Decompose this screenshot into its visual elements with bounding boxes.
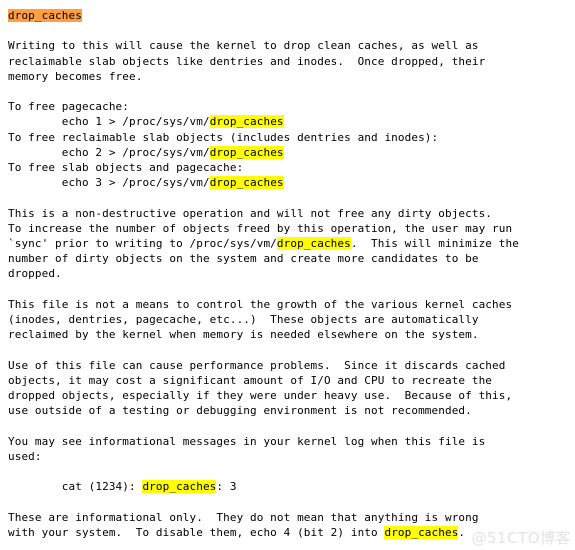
paragraph-5-line-4: use outside of a testing or debugging en… (8, 404, 472, 418)
doc-title-highlight: drop_caches (8, 9, 82, 22)
kernel-doc-text: drop_caches Writing to this will cause t… (8, 8, 575, 540)
paragraph-8-line-2-pre: with your system. To disable them, echo … (8, 525, 385, 539)
paragraph-8-line-2-post: . (458, 525, 466, 539)
paragraph-3-line-3-post: . This will minimize the (350, 237, 519, 250)
paragraph-3-line-5: dropped. (8, 267, 62, 281)
paragraph-6-line-2: used: (8, 449, 42, 463)
paragraph-5-line-3: dropped objects, especially if they were… (8, 389, 513, 402)
echo-1-command-prefix: echo 1 > /proc/sys/vm/ (8, 115, 210, 129)
drop-caches-highlight-1: drop_caches (209, 115, 284, 129)
document-body: drop_caches Writing to this will cause t… (0, 0, 575, 550)
drop-caches-highlight-6: drop_caches (384, 525, 459, 539)
paragraph-3-line-2: To increase the number of objects freed … (8, 221, 513, 235)
paragraph-3-line-3-pre: `sync' prior to writing to /proc/sys/vm/ (8, 237, 277, 250)
drop-caches-highlight-4: drop_caches (276, 237, 351, 250)
free-pagecache-label: To free pagecache: (8, 100, 130, 114)
paragraph-5-line-1: Use of this file can cause performance p… (8, 358, 506, 372)
paragraph-1-line-2: reclaimable slab objects like dentries a… (8, 54, 486, 68)
paragraph-4-line-3: reclaimed by the kernel when memory is n… (8, 328, 479, 342)
drop-caches-highlight-5: drop_caches (142, 480, 217, 494)
echo-2-command-prefix: echo 2 > /proc/sys/vm/ (8, 145, 210, 159)
paragraph-8-line-1: These are informational only. They do no… (8, 510, 479, 524)
paragraph-6-line-1: You may see informational messages in yo… (8, 434, 486, 448)
echo-3-command-prefix: echo 3 > /proc/sys/vm/ (8, 176, 210, 190)
paragraph-1-line-1: Writing to this will cause the kernel to… (8, 39, 479, 53)
drop-caches-highlight-2: drop_caches (209, 145, 284, 159)
free-slab-objects-label: To free reclaimable slab objects (includ… (8, 130, 439, 144)
free-slab-and-pagecache-label: To free slab objects and pagecache: (8, 161, 244, 174)
paragraph-1-line-3: memory becomes free. (8, 69, 143, 83)
paragraph-3-line-4: number of dirty objects on the system an… (8, 252, 479, 266)
paragraph-3-line-1: This is a non-destructive operation and … (8, 206, 493, 220)
paragraph-4-line-1: This file is not a means to control the … (8, 297, 513, 311)
log-sample-value: : 3 (216, 480, 237, 494)
log-sample-prefix: cat (1234): (8, 480, 143, 494)
paragraph-5-line-2: objects, it may cost a significant amoun… (8, 373, 493, 387)
drop-caches-highlight-3: drop_caches (209, 176, 284, 190)
paragraph-4-line-2: (inodes, dentries, pagecache, etc...) Th… (8, 313, 479, 326)
